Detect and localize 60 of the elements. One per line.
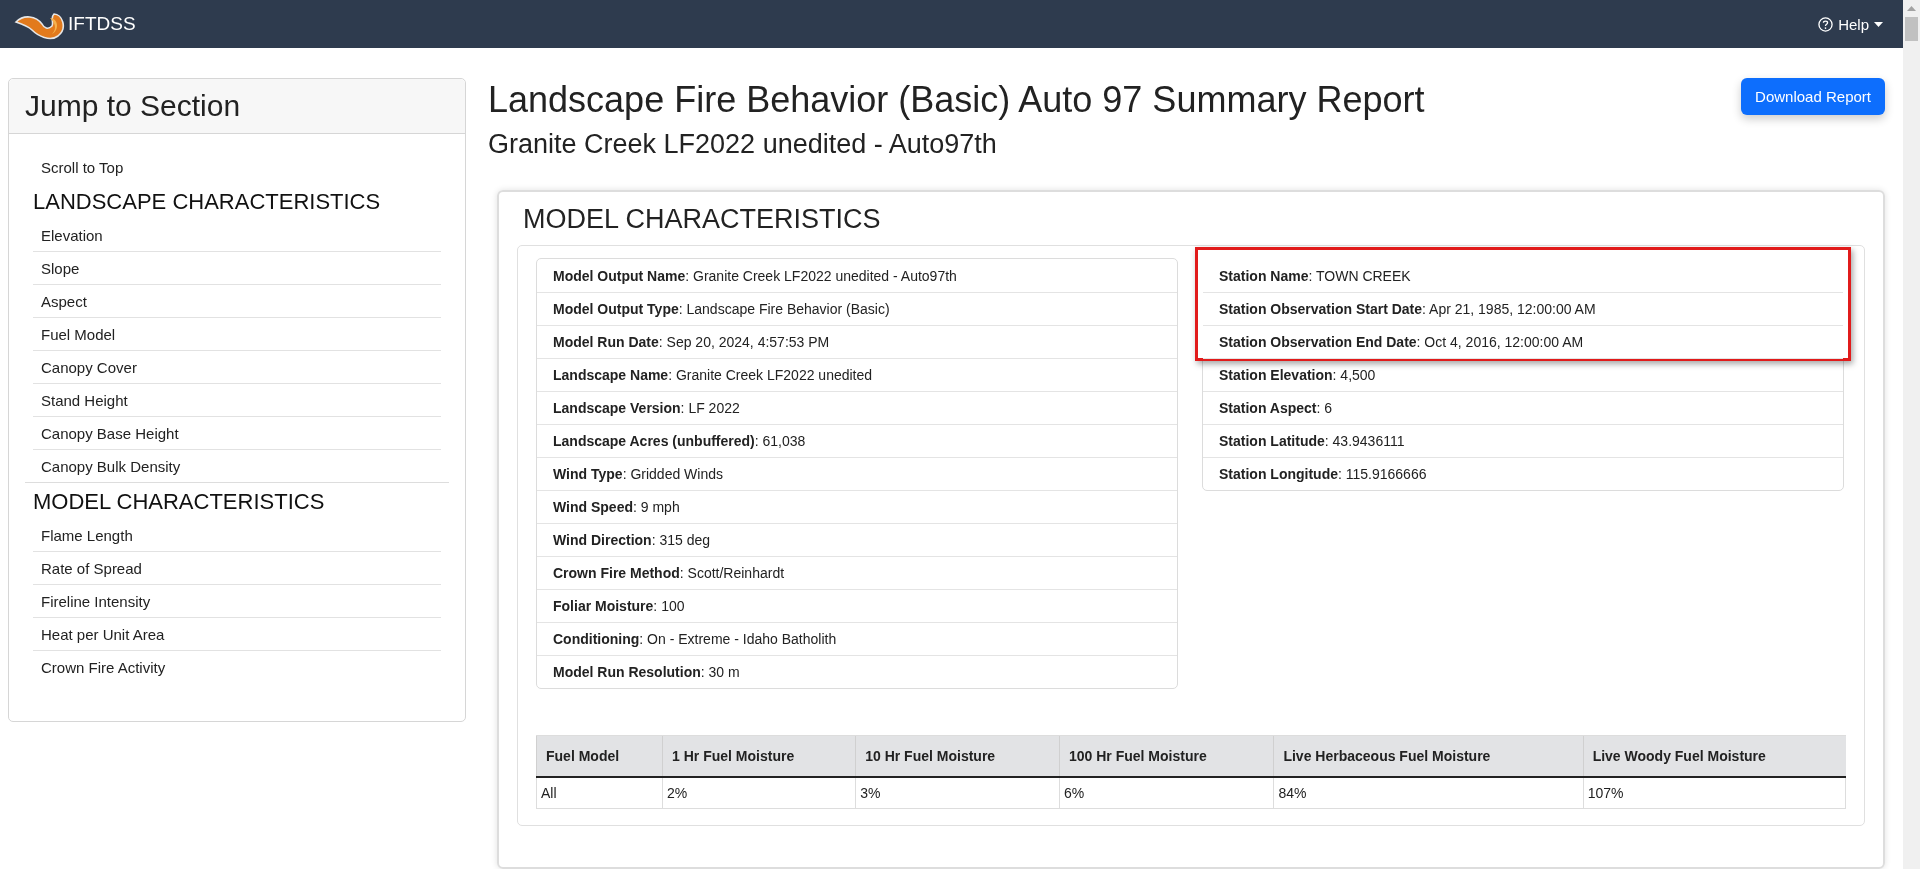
detail-text: Landscape Version: LF 2022 — [553, 400, 740, 417]
sidebar-item[interactable]: Canopy Cover — [33, 351, 441, 384]
help-menu[interactable]: Help — [1818, 15, 1883, 33]
sidebar-item[interactable]: Canopy Base Height — [33, 417, 441, 450]
detail-text: Landscape Acres (unbuffered): 61,038 — [553, 433, 806, 450]
section-heading: MODEL CHARACTERISTICS — [523, 204, 882, 236]
report-title: Landscape Fire Behavior (Basic) Auto 97 Summary Report — [488, 78, 1425, 122]
brand-link[interactable]: IFTDSS — [14, 8, 136, 40]
sidebar-item[interactable]: Slope — [33, 252, 441, 285]
column-header: 100 Hr Fuel Moisture — [1059, 735, 1274, 778]
caret-icon — [1874, 21, 1883, 27]
sidebar-link[interactable]: Scroll to Top — [33, 152, 441, 183]
detail-text: Station Observation End Date: Oct 4, 2016, 12:00:00 AM — [1219, 334, 1584, 351]
detail-text: Conditioning: On - Extreme - Idaho Batholith — [553, 631, 837, 648]
sidebar-item[interactable]: Stand Height — [33, 384, 441, 417]
detail-text: Station Name: TOWN CREEK — [1219, 267, 1411, 284]
detail-text: Station Longitude: 115.9166666 — [1219, 466, 1427, 483]
detail-text: Model Run Resolution: 30 m — [553, 664, 740, 681]
sidebar-item[interactable]: Heat per Unit Area — [33, 618, 441, 651]
detail-text: Landscape Name: Granite Creek LF2022 unedited — [553, 367, 873, 384]
detail-text: Model Output Type: Landscape Fire Behavior (Basic) — [553, 301, 890, 318]
scroll-up-icon[interactable] — [1907, 6, 1916, 11]
sidebar-heading: LANDSCAPE CHARACTERISTICS — [33, 189, 382, 215]
detail-text: Station Latitude: 43.9436111 — [1219, 433, 1405, 450]
detail-text: Station Observation Start Date: Apr 21, 1985, 12:00:00 AM — [1219, 301, 1596, 318]
table-cell: 107% — [1583, 777, 1846, 809]
help-icon — [1818, 16, 1834, 32]
detail-text: Model Output Name: Granite Creek LF2022 unedited - Auto97th — [553, 267, 957, 284]
detail-text: Wind Speed: 9 mph — [553, 499, 680, 516]
sidebar-item[interactable]: Canopy Bulk Density — [33, 450, 441, 482]
detail-text: Model Run Date: Sep 20, 2024, 4:57:53 PM — [553, 334, 830, 351]
detail-text: Station Elevation: 4,500 — [1219, 367, 1376, 384]
sidebar-item[interactable]: Elevation — [33, 219, 441, 252]
column-header: Fuel Model — [536, 735, 663, 778]
detail-text: Wind Type: Gridded Winds — [553, 466, 723, 483]
sidebar-item[interactable]: Aspect — [33, 285, 441, 318]
scrollbar[interactable] — [1903, 0, 1920, 869]
report-subtitle: Granite Creek LF2022 unedited - Auto97th — [488, 129, 998, 161]
table-cell: 2% — [662, 777, 856, 809]
sidebar-item[interactable]: Flame Length — [33, 519, 441, 552]
column-header: Live Herbaceous Fuel Moisture — [1273, 735, 1584, 778]
table-cell: 6% — [1059, 777, 1274, 809]
table-cell: 3% — [855, 777, 1060, 809]
sidebar-item[interactable]: Rate of Spread — [33, 552, 441, 585]
sidebar-item[interactable]: Fuel Model — [33, 318, 441, 351]
column-header: 1 Hr Fuel Moisture — [662, 735, 856, 778]
scrollbar-thumb[interactable] — [1905, 17, 1918, 41]
column-header: 10 Hr Fuel Moisture — [855, 735, 1060, 778]
sidebar-heading: MODEL CHARACTERISTICS — [33, 489, 326, 515]
download-button[interactable]: Download Report — [1741, 78, 1885, 115]
sidebar-item[interactable]: Crown Fire Activity — [33, 651, 441, 683]
sidebar-title: Jump to Section — [25, 89, 241, 123]
table-cell: All — [536, 777, 663, 809]
detail-text: Wind Direction: 315 deg — [553, 532, 711, 549]
detail-text: Crown Fire Method: Scott/Reinhardt — [553, 565, 785, 582]
column-header: Live Woody Fuel Moisture — [1583, 735, 1846, 778]
detail-text: Station Aspect: 6 — [1219, 400, 1333, 417]
detail-text: Foliar Moisture: 100 — [553, 598, 685, 615]
sidebar-item[interactable]: Fireline Intensity — [33, 585, 441, 618]
table-cell: 84% — [1273, 777, 1584, 809]
